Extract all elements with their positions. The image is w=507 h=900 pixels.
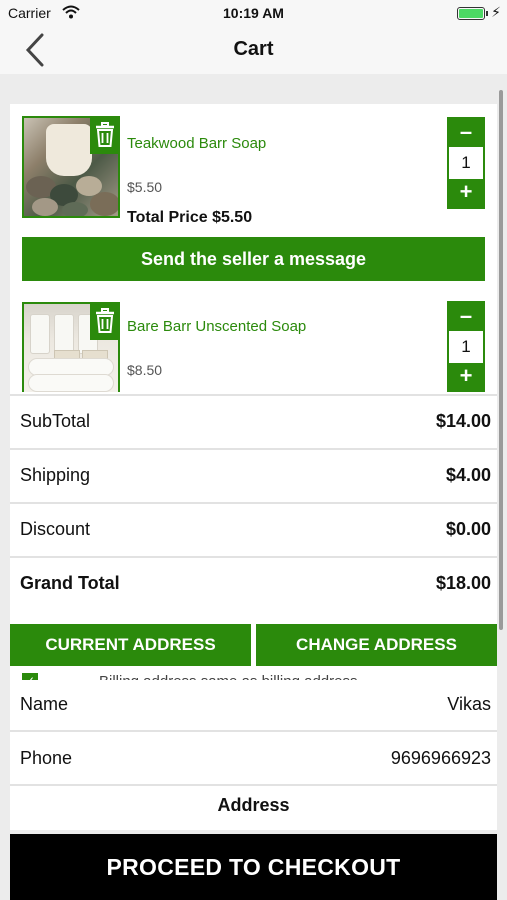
phone-row: Phone 9696966923 [10, 734, 497, 786]
cart-item: Bare Barr Unscented Soap $8.50 – 1 + [10, 290, 497, 392]
navigation-bar: Cart [0, 26, 507, 74]
increase-quantity-button[interactable]: + [449, 179, 483, 207]
clock-time: 10:19 AM [223, 5, 284, 21]
grand-total-value: $18.00 [435, 573, 491, 593]
battery-icon [457, 7, 485, 20]
shipping-label: Shipping [20, 465, 91, 485]
shipping-row: Shipping $4.00 [10, 448, 497, 500]
discount-row: Discount $0.00 [10, 502, 497, 554]
subtotal-row: SubTotal $14.00 [10, 394, 497, 446]
trash-icon [96, 308, 114, 333]
discount-label: Discount [20, 519, 91, 539]
phone-label: Phone [20, 748, 73, 768]
product-price: $8.50 [127, 362, 163, 378]
proceed-to-checkout-button[interactable]: PROCEED TO CHECKOUT [10, 834, 497, 900]
name-value: Vikas [447, 694, 491, 714]
discount-value: $0.00 [445, 519, 491, 539]
quantity-stepper: – 1 + [447, 301, 485, 392]
trash-icon [96, 122, 114, 147]
battery-tip [486, 11, 488, 16]
decrease-quantity-button[interactable]: – [449, 119, 483, 147]
increase-quantity-button[interactable]: + [449, 363, 483, 391]
cart-items-list[interactable]: Teakwood Barr Soap $5.50 Total Price $5.… [10, 104, 497, 392]
current-address-button[interactable]: CURRENT ADDRESS [10, 624, 251, 666]
address-heading: Address [10, 786, 497, 826]
message-seller-button[interactable]: Send the seller a message [22, 237, 485, 281]
phone-value: 9696966923 [390, 748, 491, 768]
product-total-price: Total Price $5.50 [127, 209, 253, 226]
quantity-value[interactable]: 1 [449, 331, 483, 363]
name-row: Name Vikas [10, 680, 497, 732]
delete-item-button[interactable] [90, 116, 120, 154]
product-name[interactable]: Bare Barr Unscented Soap [127, 318, 306, 335]
delete-item-button[interactable] [90, 302, 120, 340]
quantity-stepper: – 1 + [447, 117, 485, 209]
cart-item: Teakwood Barr Soap $5.50 Total Price $5.… [10, 104, 497, 290]
product-price: $5.50 [127, 179, 163, 195]
page-title: Cart [233, 38, 274, 60]
subtotal-label: SubTotal [20, 411, 91, 431]
charging-icon: ⚡ [491, 4, 501, 20]
scrollbar[interactable] [499, 90, 503, 630]
name-label: Name [20, 694, 69, 714]
quantity-value[interactable]: 1 [449, 147, 483, 179]
shipping-value: $4.00 [445, 465, 491, 485]
status-bar: Carrier 10:19 AM ⚡ [0, 0, 507, 26]
change-address-button[interactable]: CHANGE ADDRESS [256, 624, 497, 666]
subtotal-value: $14.00 [435, 411, 491, 431]
product-name[interactable]: Teakwood Barr Soap [127, 135, 266, 152]
grand-total-label: Grand Total [20, 573, 120, 593]
grand-total-row: Grand Total $18.00 [10, 556, 497, 608]
cart-content: Teakwood Barr Soap $5.50 Total Price $5.… [10, 104, 497, 830]
decrease-quantity-button[interactable]: – [449, 303, 483, 331]
